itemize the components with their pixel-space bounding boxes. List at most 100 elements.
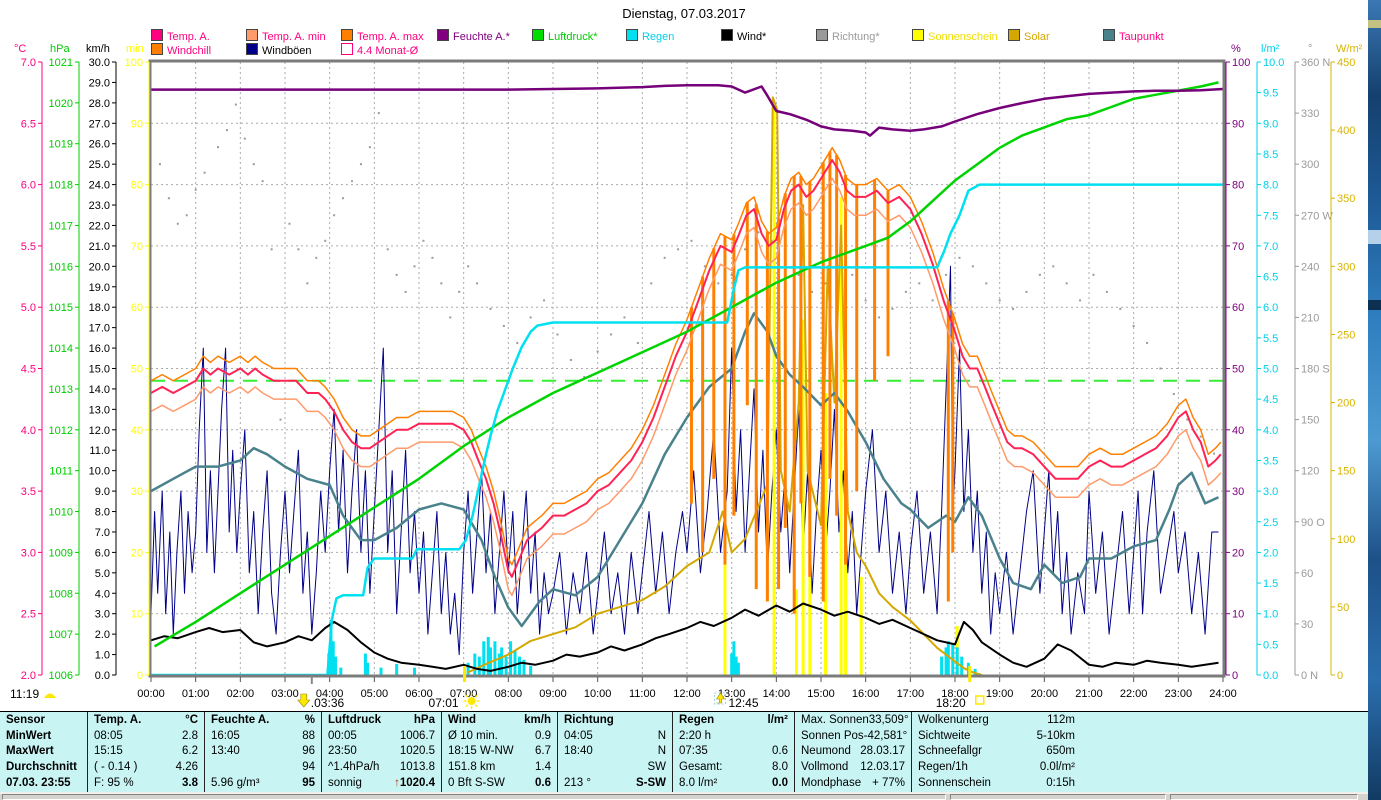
legend-item-feuchte-a-[interactable]: Feuchte A.*: [437, 29, 510, 43]
legend-item-sonnenschein[interactable]: Sonnenschein: [912, 29, 998, 43]
series-line-temp-a-min: [150, 177, 1222, 597]
dot-richtung: [431, 256, 434, 259]
astro-row: Vollmond 12.03.17: [795, 759, 911, 775]
dot-richtung: [1038, 273, 1041, 276]
cell-value: 1013.8: [399, 761, 435, 774]
desktop-icon-fragment: [1368, 230, 1381, 244]
dot-richtung: [824, 282, 827, 285]
cell-label: 213 °: [564, 777, 591, 790]
dot-richtung: [225, 129, 228, 132]
x-axis-label: 01:00: [182, 688, 210, 700]
legend-item-temp-a-[interactable]: Temp. A.: [151, 29, 210, 43]
data-row: 151.8 km 1.4: [442, 759, 557, 775]
axis-tick-label: 5.0: [21, 302, 36, 314]
table-col-feuchte-a-: Feuchte A.% 16:05 88 13:40 96 94 5.96 g/m³ 95: [204, 712, 321, 792]
legend-item-luftdruck-[interactable]: Luftdruck*: [532, 29, 598, 43]
legend-item-temp-a-min[interactable]: Temp. A. min: [246, 29, 326, 43]
axis-tick-label: 8.0: [95, 507, 110, 519]
dot-richtung: [395, 273, 398, 276]
x-axis-label: 05:00: [361, 688, 389, 700]
legend-swatch: [816, 29, 828, 41]
cell-value: 6.2: [182, 745, 198, 758]
dot-richtung: [610, 333, 613, 336]
legend-item-richtung-[interactable]: Richtung*: [816, 29, 880, 43]
axis-tick-label: 10.0: [1263, 57, 1284, 69]
data-row: 213 ° S-SW: [558, 775, 672, 791]
dot-richtung: [1119, 307, 1122, 310]
dot-richtung: [891, 307, 894, 310]
cell-label: Max. Sonnen: [801, 713, 869, 726]
dot-richtung: [623, 316, 626, 319]
axis-tick-label: 90: [131, 118, 143, 130]
axis-tick-label: 1018: [49, 180, 73, 192]
dot-richtung: [252, 163, 255, 166]
legend-item-wind-[interactable]: Wind*: [721, 29, 766, 43]
axis-tick-label: 18.0: [89, 302, 110, 314]
axis-tick-label: 150: [1337, 466, 1355, 478]
axis-tick-label: 0: [137, 670, 143, 682]
dot-richtung: [368, 146, 371, 149]
status-segment: [2, 794, 946, 800]
dot-richtung: [270, 248, 273, 251]
axis-tick-label: 0: [1232, 670, 1238, 682]
legend-item-windb-en[interactable]: Windböen: [246, 43, 312, 57]
axis-tick-label: 70: [131, 241, 143, 253]
desktop-background: [1368, 0, 1381, 800]
axis-tick-label: 3.5: [21, 486, 36, 498]
axis-tick-label: 450: [1337, 57, 1355, 69]
legend-item-solar[interactable]: Solar: [1008, 29, 1050, 43]
axis-tick-label: 100: [1337, 534, 1355, 546]
legend-item-4-4-monat-[interactable]: 4.4 Monat-Ø: [341, 43, 419, 57]
cell-label: 04:05: [564, 729, 593, 742]
cell-label: Mondphase: [801, 777, 862, 790]
axis-tick-label: 1019: [49, 139, 73, 151]
axis-tick-label: 0 N: [1301, 670, 1318, 682]
cell-value: km/h: [524, 713, 551, 726]
axis-tick-label: 12.0: [89, 425, 110, 437]
arrow-down-icon: [297, 693, 311, 708]
legend-item-temp-a-max[interactable]: Temp. A. max: [341, 29, 424, 43]
legend-swatch: [246, 29, 258, 41]
desktop-icon-fragment: [1368, 300, 1381, 310]
series-line-temp-a-max: [150, 147, 1222, 566]
legend-item-regen[interactable]: Regen: [626, 29, 674, 43]
cell-label: 2:20 h: [679, 729, 711, 742]
axis-tick-label: 5.5: [21, 241, 36, 253]
axis-tick-label: 9.0: [1263, 118, 1278, 130]
cell-label: 8.0 l/m²: [679, 777, 718, 790]
legend-label: 4.4 Monat-Ø: [357, 45, 419, 57]
axis-tick-label: 300: [1337, 261, 1355, 273]
astro-row: Mondphase + 77%: [795, 775, 911, 791]
axis-tick-label: 9.0: [95, 486, 110, 498]
data-row: SW: [558, 759, 672, 775]
dot-richtung: [288, 222, 291, 225]
legend-swatch: [532, 29, 544, 41]
cell-value: 1006.7: [399, 729, 435, 742]
x-axis-label: 03:00: [271, 688, 299, 700]
dot-richtung: [158, 163, 161, 166]
dot-richtung: [333, 214, 336, 217]
dot-richtung: [690, 239, 693, 242]
stats-table: Sensor MinWert MaxWert Durchschnitt 07.03. 2…: [0, 711, 1368, 792]
axis-tick-label: 1014: [49, 343, 73, 355]
axis-tick-label: 3.0: [1263, 486, 1278, 498]
axis-tick-label: 20.0: [89, 261, 110, 273]
axis-tick-label: 29.0: [89, 77, 110, 89]
dot-richtung: [1159, 367, 1162, 370]
data-row: 94: [205, 759, 321, 775]
dot-richtung: [1092, 273, 1095, 276]
cell-value: 0.0: [772, 777, 788, 790]
legend-item-taupunkt[interactable]: Taupunkt: [1103, 29, 1164, 43]
cell-value: 650m: [1046, 745, 1075, 758]
dot-richtung: [1199, 435, 1202, 438]
series-taupunkt: [150, 312, 1220, 628]
legend-item-windchill[interactable]: Windchill: [151, 43, 211, 57]
dot-richtung: [757, 231, 760, 234]
axis-tick-label: 1.0: [95, 650, 110, 662]
col-header: Regen l/m²: [673, 712, 794, 728]
data-row: 23:50 1020.5: [322, 744, 441, 760]
moonset-label: .03:36: [311, 696, 345, 710]
cell-label: Sichtweite: [918, 729, 971, 742]
dot-richtung: [904, 290, 907, 293]
axis-tick-label: 200: [1337, 398, 1355, 410]
